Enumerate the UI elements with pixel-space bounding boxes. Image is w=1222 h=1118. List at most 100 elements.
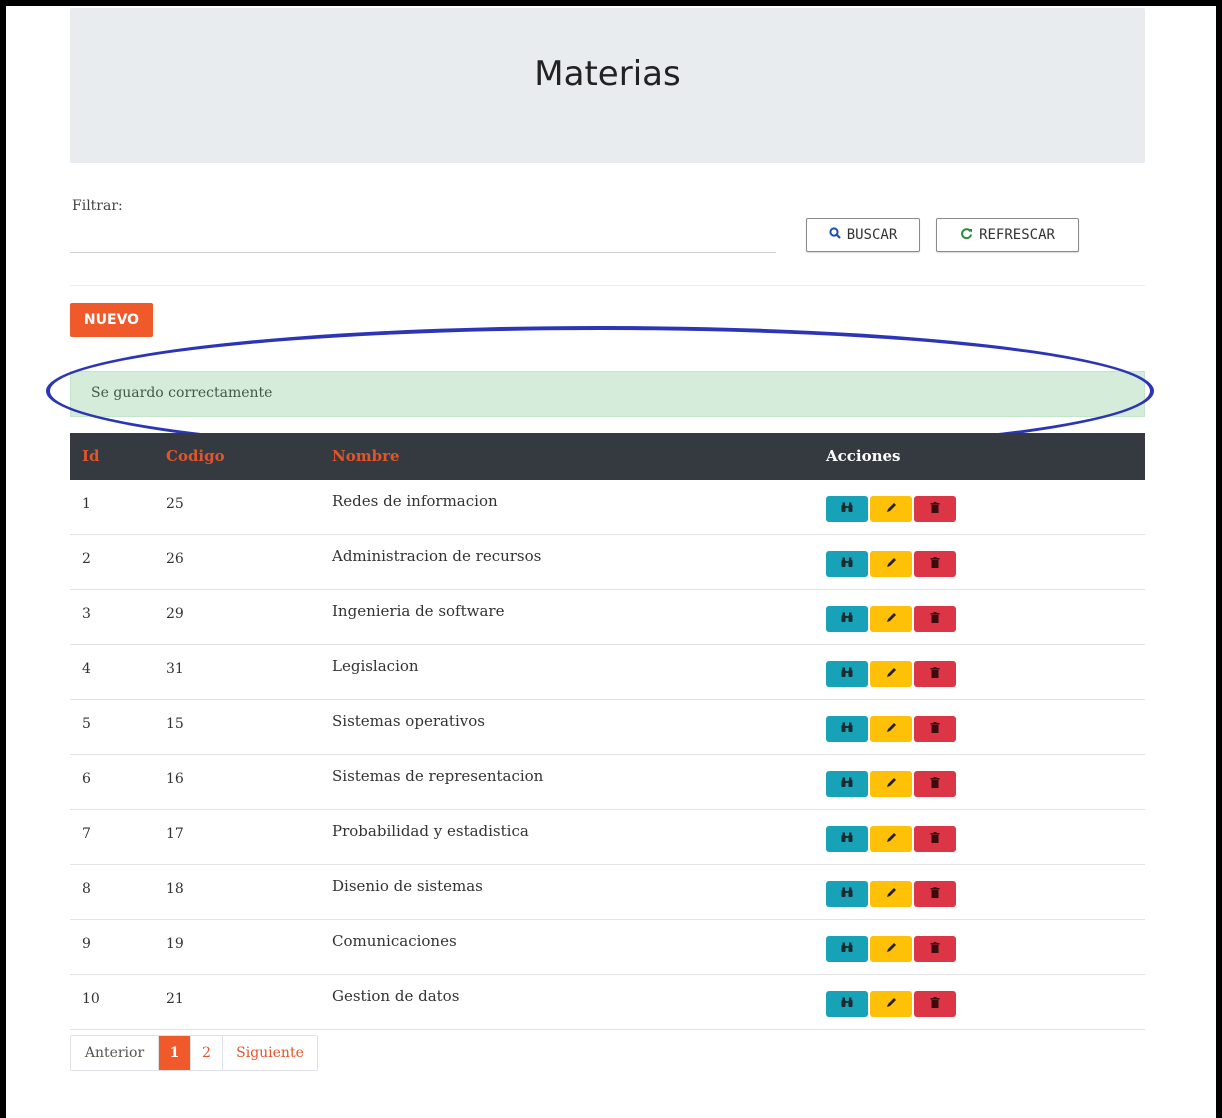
delete-button[interactable] <box>914 606 956 632</box>
new-button[interactable]: NUEVO <box>70 303 153 337</box>
search-icon <box>829 227 841 243</box>
trash-icon <box>930 777 940 791</box>
edit-button[interactable] <box>870 551 912 577</box>
cell-nombre: Redes de informacion <box>332 492 498 510</box>
refresh-icon <box>960 226 973 244</box>
delete-button[interactable] <box>914 771 956 797</box>
view-button[interactable] <box>826 606 868 632</box>
edit-button[interactable] <box>870 496 912 522</box>
divider <box>70 285 1145 286</box>
success-alert-message: Se guardo correctamente <box>91 385 273 401</box>
binoculars-icon <box>841 777 853 791</box>
edit-button[interactable] <box>870 716 912 742</box>
trash-icon <box>930 997 940 1011</box>
cell-nombre: Legislacion <box>332 657 419 675</box>
page-title: Materias <box>534 54 681 94</box>
binoculars-icon <box>841 832 853 846</box>
cell-nombre: Administracion de recursos <box>332 547 542 565</box>
trash-icon <box>930 942 940 956</box>
view-button[interactable] <box>826 826 868 852</box>
delete-button[interactable] <box>914 991 956 1017</box>
pencil-icon <box>886 777 897 791</box>
trash-icon <box>930 557 940 571</box>
trash-icon <box>930 887 940 901</box>
table-row: 9 19 Comunicaciones <box>70 920 1145 975</box>
pencil-icon <box>886 997 897 1011</box>
row-actions <box>826 551 956 577</box>
view-button[interactable] <box>826 661 868 687</box>
table-row: 7 17 Probabilidad y estadistica <box>70 810 1145 865</box>
row-actions <box>826 881 956 907</box>
table-body: 1 25 Redes de informacion 2 26 Administracion… <box>70 480 1145 1030</box>
binoculars-icon <box>841 997 853 1011</box>
pagination-previous[interactable]: Anterior <box>71 1036 159 1070</box>
pencil-icon <box>886 557 897 571</box>
trash-icon <box>930 832 940 846</box>
delete-button[interactable] <box>914 551 956 577</box>
binoculars-icon <box>841 612 853 626</box>
cell-id: 7 <box>82 826 91 842</box>
edit-button[interactable] <box>870 771 912 797</box>
cell-codigo: 17 <box>166 826 184 842</box>
trash-icon <box>930 612 940 626</box>
delete-button[interactable] <box>914 826 956 852</box>
pagination-next[interactable]: Siguiente <box>223 1036 317 1070</box>
cell-codigo: 15 <box>166 716 184 732</box>
view-button[interactable] <box>826 991 868 1017</box>
delete-button[interactable] <box>914 496 956 522</box>
trash-icon <box>930 502 940 516</box>
delete-button[interactable] <box>914 716 956 742</box>
row-actions <box>826 716 956 742</box>
binoculars-icon <box>841 887 853 901</box>
view-button[interactable] <box>826 881 868 907</box>
view-button[interactable] <box>826 936 868 962</box>
pencil-icon <box>886 502 897 516</box>
pencil-icon <box>886 612 897 626</box>
cell-id: 2 <box>82 551 91 567</box>
cell-codigo: 29 <box>166 606 184 622</box>
row-actions <box>826 606 956 632</box>
cell-id: 10 <box>82 991 100 1007</box>
view-button[interactable] <box>826 496 868 522</box>
filter-label: Filtrar: <box>72 198 123 214</box>
pencil-icon <box>886 942 897 956</box>
cell-codigo: 25 <box>166 496 184 512</box>
edit-button[interactable] <box>870 606 912 632</box>
view-button[interactable] <box>826 551 868 577</box>
page-header-banner: Materias <box>70 8 1145 163</box>
edit-button[interactable] <box>870 991 912 1017</box>
column-header-id[interactable]: Id <box>82 447 100 465</box>
delete-button[interactable] <box>914 661 956 687</box>
table-header: Id Codigo Nombre Acciones <box>70 433 1145 480</box>
edit-button[interactable] <box>870 661 912 687</box>
delete-button[interactable] <box>914 881 956 907</box>
binoculars-icon <box>841 722 853 736</box>
row-actions <box>826 936 956 962</box>
column-header-nombre[interactable]: Nombre <box>332 447 400 465</box>
pencil-icon <box>886 832 897 846</box>
row-actions <box>826 991 956 1017</box>
edit-button[interactable] <box>870 881 912 907</box>
table-row: 10 21 Gestion de datos <box>70 975 1145 1030</box>
view-button[interactable] <box>826 716 868 742</box>
cell-codigo: 18 <box>166 881 184 897</box>
subjects-table: Id Codigo Nombre Acciones 1 25 Redes de in… <box>70 433 1145 1030</box>
pagination-page-2[interactable]: 2 <box>191 1036 223 1070</box>
edit-button[interactable] <box>870 826 912 852</box>
cell-codigo: 21 <box>166 991 184 1007</box>
column-header-codigo[interactable]: Codigo <box>166 447 225 465</box>
edit-button[interactable] <box>870 936 912 962</box>
cell-nombre: Sistemas de representacion <box>332 767 544 785</box>
row-actions <box>826 661 956 687</box>
filter-input[interactable] <box>70 222 776 253</box>
cell-id: 4 <box>82 661 91 677</box>
refresh-button[interactable]: REFRESCAR <box>936 218 1079 252</box>
search-button[interactable]: BUSCAR <box>806 218 920 252</box>
cell-codigo: 31 <box>166 661 184 677</box>
view-button[interactable] <box>826 771 868 797</box>
table-row: 2 26 Administracion de recursos <box>70 535 1145 590</box>
pagination-page-1[interactable]: 1 <box>159 1036 191 1070</box>
table-row: 6 16 Sistemas de representacion <box>70 755 1145 810</box>
binoculars-icon <box>841 502 853 516</box>
delete-button[interactable] <box>914 936 956 962</box>
